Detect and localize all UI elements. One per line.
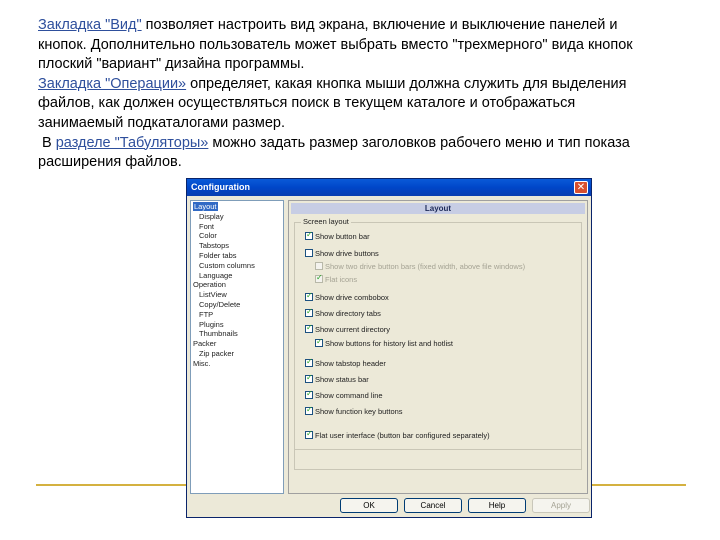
right-decorative-line [592,484,686,486]
tree-item-ftp[interactable]: FTP [191,310,283,320]
para2-line1-text: определяет, какая кнопка мыши должна слу… [186,75,627,92]
ok-button[interactable]: OK [340,498,398,513]
option-label: Flat icons [325,274,358,284]
option-drive-combobox[interactable]: Show drive combobox [305,291,389,302]
option-label: Show drive buttons [315,248,379,258]
tree-item-label: Layout [193,202,218,211]
group-label: Screen layout [301,217,351,226]
configuration-dialog: Configuration ✕ Layout Display Font Colo… [186,178,592,518]
para1-line1-text: позволяет настроить вид экрана, включени… [141,17,618,33]
option-history-buttons[interactable]: Show buttons for history list and hotlis… [315,337,453,348]
checkbox[interactable] [305,429,313,439]
apply-button: Apply [532,498,590,513]
para3-line2: расширения файлов. [38,154,182,171]
option-two-drive-bars: Show two drive button bars (fixed width,… [315,261,525,271]
dialog-titlebar[interactable]: Configuration ✕ [187,179,591,196]
operations-tab-link[interactable]: Закладка "Операции» [38,76,186,92]
dialog-title: Configuration [191,182,250,192]
cancel-button[interactable]: Cancel [404,498,462,513]
slide-text: Закладка "Вид" позволяет настроить вид э… [38,16,706,173]
para1-line3: плоский "вариант" дизайна программы. [38,56,305,73]
checkbox[interactable] [305,405,313,415]
para2-line1: Закладка "Операции» определяет, какая кн… [38,75,706,95]
layout-panel: Layout Screen layout Show button bar Sho… [288,200,588,494]
tree-item-font[interactable]: Font [191,222,283,232]
tree-item-thumbnails[interactable]: Thumbnails [191,329,283,339]
checkbox[interactable] [305,307,313,317]
checkbox [315,262,323,270]
checkbox[interactable] [305,373,313,383]
option-current-directory[interactable]: Show current directory [305,323,391,334]
option-label: Show buttons for history list and hotlis… [325,338,453,348]
option-label: Show button bar [315,231,370,241]
panel-title: Layout [291,203,585,214]
para1-line2: кнопок. Дополнительно пользователь может… [38,36,633,53]
option-label: Show directory tabs [315,308,381,318]
settings-tree[interactable]: Layout Display Font Color Tabstops Folde… [190,200,284,494]
tree-item-folder-tabs[interactable]: Folder tabs [191,251,283,261]
checkbox[interactable] [305,323,313,333]
tree-item-listview[interactable]: ListView [191,290,283,300]
left-decorative-line [36,484,186,486]
option-tabstop-header[interactable]: Show tabstop header [305,357,386,368]
para3-prefix: В [38,134,56,151]
para3-line1: В разделе "Табуляторы» можно задать разм… [38,134,706,154]
tabstops-section-link[interactable]: разделе "Табуляторы» [56,135,209,151]
tree-item-packer[interactable]: Packer [191,339,283,349]
para3-line1-text: можно задать размер заголовков рабочего … [208,134,630,151]
option-label: Show current directory [315,324,391,334]
checkbox[interactable] [315,337,323,347]
option-label: Show two drive button bars (fixed width,… [325,261,526,271]
checkbox[interactable] [305,249,313,257]
tree-item-layout[interactable]: Layout [191,202,283,212]
option-flat-icons: Flat icons [315,273,358,284]
help-button[interactable]: Help [468,498,526,513]
interface-group [294,450,582,470]
option-label: Show tabstop header [315,358,386,368]
option-label: Show drive combobox [315,292,389,302]
option-directory-tabs[interactable]: Show directory tabs [305,307,381,318]
option-label: Flat user interface (button bar configur… [315,430,490,440]
tree-item-operation[interactable]: Operation [191,280,283,290]
option-drive-buttons[interactable]: Show drive buttons [305,248,379,258]
tree-item-misc[interactable]: Misc. [191,359,283,369]
checkbox[interactable] [305,357,313,367]
checkbox[interactable] [305,230,313,240]
checkbox [315,273,323,283]
option-label: Show command line [315,390,383,400]
view-tab-link[interactable]: Закладка "Вид" [38,17,142,33]
para1-line1: Закладка "Вид" позволяет настроить вид э… [38,16,706,36]
option-label: Show status bar [315,374,369,384]
option-command-line[interactable]: Show command line [305,389,383,400]
option-label: Show function key buttons [315,406,403,416]
tree-item-color[interactable]: Color [191,231,283,241]
close-icon[interactable]: ✕ [574,181,588,194]
option-status-bar[interactable]: Show status bar [305,373,369,384]
para2-line3: занимаемый подкаталогами размер. [38,114,286,131]
para2-line2: файлов, как должен осуществляться поиск … [38,95,576,112]
tree-item-zip-packer[interactable]: Zip packer [191,349,283,359]
tree-item-custom-columns[interactable]: Custom columns [191,261,283,271]
tree-item-language[interactable]: Language [191,271,283,281]
tree-item-copy-delete[interactable]: Copy/Delete [191,300,283,310]
option-button-bar[interactable]: Show button bar [305,230,370,241]
checkbox[interactable] [305,291,313,301]
tree-item-display[interactable]: Display [191,212,283,222]
tree-item-plugins[interactable]: Plugins [191,320,283,330]
option-function-key-buttons[interactable]: Show function key buttons [305,405,403,416]
tree-item-tabstops[interactable]: Tabstops [191,241,283,251]
checkbox[interactable] [305,389,313,399]
option-flat-interface[interactable]: Flat user interface (button bar configur… [305,429,490,440]
